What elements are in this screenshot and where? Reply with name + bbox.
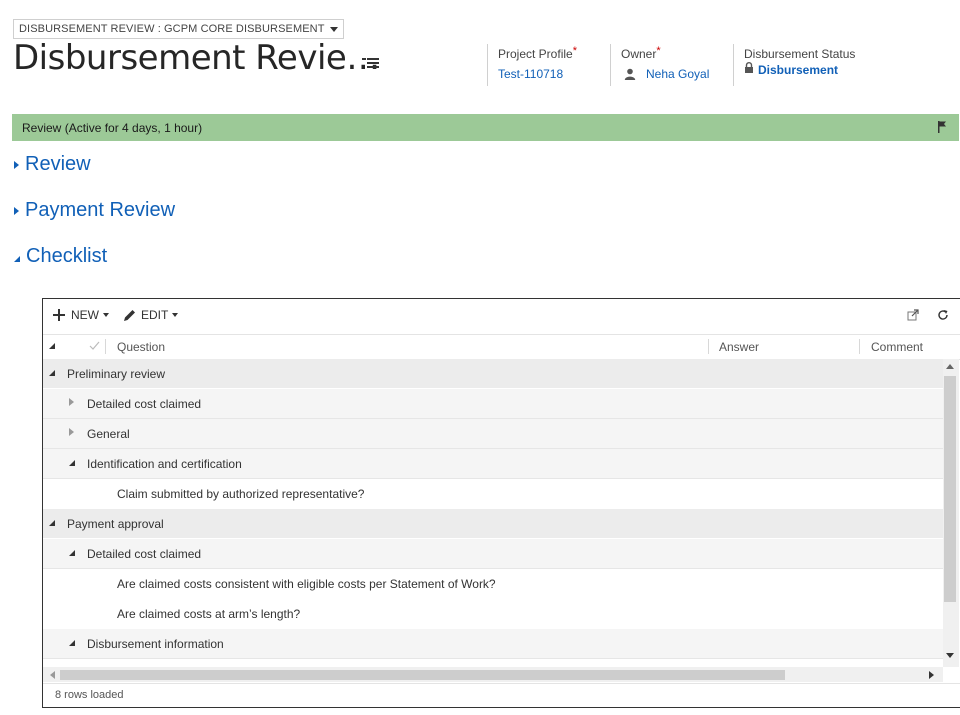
column-header-comment[interactable]: Comment <box>871 340 923 354</box>
scroll-right-icon[interactable] <box>929 671 935 679</box>
project-profile-link[interactable]: Test-110718 <box>498 67 563 81</box>
open-view-icon[interactable] <box>907 309 919 321</box>
chevron-down-icon <box>103 313 109 317</box>
scrollbar-thumb[interactable] <box>60 670 785 680</box>
disbursement-status-label: Disbursement Status <box>744 47 856 61</box>
edit-button-label: EDIT <box>141 308 169 322</box>
form-selector[interactable]: DISBURSEMENT REVIEW : GCPM CORE DISBURSE… <box>13 19 344 39</box>
row-text: General <box>87 426 130 441</box>
expand-arrow-icon <box>14 160 19 169</box>
question-row[interactable]: Are claimed costs consistent with eligib… <box>43 569 943 599</box>
rows-loaded-status: 8 rows loaded <box>55 689 124 701</box>
row-text: Identification and certification <box>87 456 242 471</box>
chevron-down-icon <box>329 26 338 32</box>
row-text: Detailed cost claimed <box>87 396 202 411</box>
new-button-label: NEW <box>71 308 99 322</box>
question-row[interactable]: Outstanding advance fully substantiated? <box>43 659 943 667</box>
process-stage-bar[interactable]: Review (Active for 4 days, 1 hour) <box>12 114 959 141</box>
column-header-answer[interactable]: Answer <box>719 340 759 354</box>
grid-column-header: Question Answer Comment <box>43 334 960 360</box>
expand-arrow-icon[interactable] <box>69 398 74 406</box>
collapse-arrow-icon[interactable] <box>69 460 75 466</box>
flag-icon[interactable] <box>937 121 947 133</box>
column-header-question[interactable]: Question <box>117 340 165 354</box>
row-text: Detailed cost claimed <box>87 546 202 561</box>
lock-icon <box>745 61 753 73</box>
header-field-disbursement-status: Disbursement Status Disbursement <box>733 44 894 86</box>
grid-rows: Preliminary review Detailed cost claimed G… <box>43 359 943 667</box>
new-button[interactable]: NEW <box>53 308 109 322</box>
collapse-arrow-icon[interactable] <box>49 520 55 526</box>
required-marker: * <box>656 45 661 57</box>
scroll-left-icon[interactable] <box>49 671 55 679</box>
collapse-arrow-icon[interactable] <box>69 640 75 646</box>
horizontal-scrollbar[interactable] <box>43 667 943 682</box>
row-text: Preliminary review <box>67 366 166 381</box>
section-payment-review[interactable]: Payment Review <box>14 199 175 222</box>
vertical-scrollbar[interactable] <box>943 359 959 667</box>
collapse-arrow-icon <box>14 255 20 262</box>
subgroup-row[interactable]: Disbursement information <box>43 629 943 659</box>
record-title: Disbursement Revie… <box>13 38 380 78</box>
project-profile-label: Project Profile <box>498 47 573 61</box>
edit-button[interactable]: EDIT <box>123 308 179 322</box>
section-title: Payment Review <box>25 199 176 221</box>
expand-arrow-icon[interactable] <box>69 428 74 436</box>
hamburger-menu-icon[interactable] <box>362 56 380 70</box>
owner-label: Owner <box>621 47 657 61</box>
form-selector-label: DISBURSEMENT REVIEW : GCPM CORE DISBURSE… <box>19 23 325 35</box>
header-field-project-profile: Project Profile* Test-110718 <box>487 44 577 86</box>
collapse-arrow-icon[interactable] <box>49 370 55 376</box>
question-row[interactable]: Claim submitted by authorized representa… <box>43 479 943 509</box>
section-checklist[interactable]: Checklist <box>14 245 107 268</box>
section-title: Review <box>25 153 91 175</box>
owner-link[interactable]: Neha Goyal <box>646 67 709 81</box>
header-field-owner: Owner* Neha Goyal <box>610 44 709 86</box>
subgroup-row[interactable]: General <box>43 419 943 449</box>
row-text: Claim submitted by authorized representa… <box>117 486 365 501</box>
expand-arrow-icon <box>14 206 19 215</box>
scroll-down-icon[interactable] <box>946 653 954 659</box>
pencil-icon <box>124 309 135 321</box>
grid-toolbar: NEW EDIT <box>43 299 960 333</box>
disbursement-status-link[interactable]: Disbursement <box>758 63 838 77</box>
subgroup-row[interactable]: Detailed cost claimed <box>43 389 943 419</box>
section-review[interactable]: Review <box>14 153 91 176</box>
stage-name: Review <box>22 120 62 135</box>
required-marker: * <box>572 45 577 57</box>
subgroup-row[interactable]: Identification and certification <box>43 449 943 479</box>
group-row[interactable]: Preliminary review <box>43 359 943 389</box>
collapse-arrow-icon[interactable] <box>69 550 75 556</box>
row-text: Are claimed costs at arm’s length? <box>117 606 301 621</box>
grid-footer: 8 rows loaded <box>43 683 960 707</box>
subgroup-row[interactable]: Detailed cost claimed <box>43 539 943 569</box>
row-text: Disbursement information <box>87 636 224 651</box>
group-row[interactable]: Payment approval <box>43 509 943 539</box>
collapse-all-icon[interactable] <box>49 343 55 349</box>
scroll-up-icon[interactable] <box>946 363 954 369</box>
scrollbar-thumb[interactable] <box>944 376 956 602</box>
chevron-down-icon <box>172 313 179 317</box>
plus-icon <box>53 309 65 321</box>
stage-duration: (Active for 4 days, 1 hour) <box>64 120 203 135</box>
row-text: Are claimed costs consistent with eligib… <box>117 576 496 591</box>
section-title: Checklist <box>26 245 108 267</box>
checkmark-icon[interactable] <box>89 341 100 351</box>
checklist-grid: NEW EDIT Question Answer Comment Prelimi… <box>42 298 960 708</box>
question-row[interactable]: Are claimed costs at arm’s length? <box>43 599 943 629</box>
row-text: Payment approval <box>67 516 164 531</box>
refresh-icon[interactable] <box>937 309 949 321</box>
person-icon <box>624 68 636 80</box>
